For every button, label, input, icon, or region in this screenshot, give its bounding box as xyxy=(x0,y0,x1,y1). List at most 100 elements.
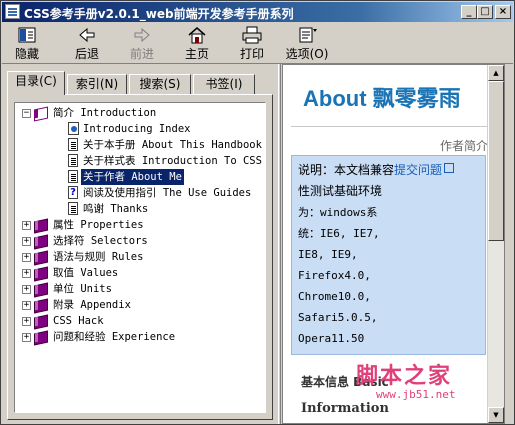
nav-tabs: 目录(C) 索引(N) 搜索(S) 书签(I) xyxy=(7,71,277,95)
notice-text: IE8, IE9, xyxy=(298,248,358,261)
navigation-pane: 目录(C) 索引(N) 搜索(S) 书签(I) − 简介 Introductio… xyxy=(1,64,278,424)
forward-arrow-icon xyxy=(131,26,153,44)
tree-item-label: 选择符 Selectors xyxy=(53,235,148,247)
tab-contents[interactable]: 目录(C) xyxy=(7,71,65,95)
expand-toggle-icon[interactable]: + xyxy=(22,253,31,262)
forward-button[interactable]: 前进 xyxy=(125,24,159,62)
scroll-thumb[interactable] xyxy=(488,81,504,241)
notice-text: Opera11.50 xyxy=(298,332,365,345)
contents-tree[interactable]: − 简介 Introduction Introducing Index 关于本手… xyxy=(14,102,266,413)
tree-item-label: 关于本手册 About This Handbook xyxy=(83,139,262,151)
hide-label: 隐藏 xyxy=(14,47,39,61)
notice-text: Chrome10.0, xyxy=(298,290,371,303)
tree-item-label: 阅读及使用指引 The Use Guides xyxy=(83,187,252,199)
closed-book-icon xyxy=(33,314,48,328)
collapse-toggle-icon[interactable]: − xyxy=(22,109,31,118)
tree-item-page-selected[interactable]: 关于作者 About Me xyxy=(65,169,260,185)
help-page-icon: ? xyxy=(68,186,78,199)
help-window: CSS参考手册v2.0.1_web前端开发参考手册系列 _ □ × 隐藏 后退 … xyxy=(0,0,515,425)
print-label: 打印 xyxy=(239,47,264,61)
expand-toggle-icon[interactable]: + xyxy=(22,301,31,310)
back-arrow-icon xyxy=(76,26,98,44)
page-icon xyxy=(68,138,78,151)
scroll-up-icon[interactable]: ▲ xyxy=(488,65,504,81)
scroll-down-icon[interactable]: ▼ xyxy=(488,407,504,423)
closed-book-icon xyxy=(33,218,48,232)
print-button[interactable]: 打印 xyxy=(235,24,269,62)
tree-item-label: Introducing Index xyxy=(83,123,191,135)
tree-item-label: 语法与规则 Rules xyxy=(53,251,144,263)
tab-index[interactable]: 索引(N) xyxy=(67,74,127,94)
close-button[interactable]: × xyxy=(495,5,511,19)
tree-item-book[interactable]: + 附录 Appendix xyxy=(19,297,259,313)
tree-item-book[interactable]: + 语法与规则 Rules xyxy=(19,249,259,265)
closed-book-icon xyxy=(33,330,48,344)
tree-item-book[interactable]: + CSS Hack xyxy=(19,313,259,329)
tree-item-book[interactable]: + 选择符 Selectors xyxy=(19,233,259,249)
notice-text: 为：windows系 xyxy=(298,206,378,219)
maximize-button[interactable]: □ xyxy=(477,5,493,19)
tree-item-book[interactable]: + 单位 Units xyxy=(19,281,259,297)
options-label: 选项(O) xyxy=(285,47,329,61)
site-watermark: 脚本之家 www.jb51.net xyxy=(356,358,496,408)
forward-label: 前进 xyxy=(129,47,154,61)
index-page-icon xyxy=(68,122,79,135)
tree-item-page[interactable]: ? 阅读及使用指引 The Use Guides xyxy=(65,185,260,201)
tree-item-book[interactable]: + 取值 Values xyxy=(19,265,259,281)
options-icon xyxy=(296,26,318,44)
home-label: 主页 xyxy=(184,47,209,61)
tab-bookmarks[interactable]: 书签(I) xyxy=(193,74,255,94)
minimize-button[interactable]: _ xyxy=(461,5,477,19)
tab-search[interactable]: 搜索(S) xyxy=(129,74,191,94)
tree-item-page[interactable]: Introducing Index xyxy=(65,121,260,137)
expand-toggle-icon[interactable]: + xyxy=(22,333,31,342)
printer-icon xyxy=(241,26,263,44)
expand-toggle-icon[interactable]: + xyxy=(22,317,31,326)
page-title: About 飘零雾雨 xyxy=(303,86,461,111)
submit-issue-link[interactable]: 提交问题 xyxy=(394,163,442,177)
notice-text: 统：IE6, IE7, xyxy=(298,227,380,240)
tree-item-book[interactable]: + 属性 Properties xyxy=(19,217,259,233)
back-button[interactable]: 后退 xyxy=(70,24,104,62)
watermark-logo-text: 脚本之家 xyxy=(356,364,453,389)
tree-item-label: 简介 Introduction xyxy=(53,107,157,119)
tree-item-page[interactable]: 鸣谢 Thanks xyxy=(65,201,260,217)
tree-item-label: 单位 Units xyxy=(53,283,112,295)
tree-item-page[interactable]: 关于样式表 Introduction To CSS xyxy=(65,153,262,169)
author-intro-link[interactable]: 作者简介 xyxy=(440,137,488,154)
toolbar: 隐藏 后退 前进 主页 打印 选项(O) xyxy=(2,23,513,64)
page-icon xyxy=(68,202,78,215)
tree-item-label: CSS Hack xyxy=(53,315,104,327)
tree-item-label: 鸣谢 Thanks xyxy=(83,203,149,215)
home-button[interactable]: 主页 xyxy=(180,24,214,62)
expand-toggle-icon[interactable]: + xyxy=(22,269,31,278)
expand-toggle-icon[interactable]: + xyxy=(22,237,31,246)
tree-item-label: 关于样式表 Introduction To CSS xyxy=(83,155,262,167)
tree-item-introduction[interactable]: − 简介 Introduction xyxy=(19,105,259,121)
expand-toggle-icon[interactable]: + xyxy=(22,221,31,230)
home-icon xyxy=(186,26,208,44)
pane-splitter[interactable] xyxy=(278,64,281,424)
contents-tab-panel: − 简介 Introduction Introducing Index 关于本手… xyxy=(7,94,273,420)
tree-item-label: 关于作者 About Me xyxy=(81,169,184,185)
options-button[interactable]: 选项(O) xyxy=(282,24,332,62)
closed-book-icon xyxy=(33,266,48,280)
title-divider xyxy=(291,126,494,127)
notice-text: 性测试基础环境 xyxy=(298,184,383,198)
expand-toggle-icon[interactable]: + xyxy=(22,285,31,294)
tree-item-label: 问题和经验 Experience xyxy=(53,331,176,343)
back-label: 后退 xyxy=(74,47,99,61)
hide-pane-icon xyxy=(16,26,38,44)
tree-item-label: 取值 Values xyxy=(53,267,119,279)
title-bar[interactable]: CSS参考手册v2.0.1_web前端开发参考手册系列 _ □ × xyxy=(2,2,513,22)
page-icon xyxy=(68,154,78,167)
notice-text: 说明：本文档兼容 xyxy=(298,163,395,177)
tree-item-page[interactable]: 关于本手册 About This Handbook xyxy=(65,137,262,153)
tree-item-book[interactable]: + 问题和经验 Experience xyxy=(19,329,259,345)
closed-book-icon xyxy=(33,234,48,248)
notice-text: Safari5.0.5, xyxy=(298,311,378,324)
hide-button[interactable]: 隐藏 xyxy=(10,24,44,62)
window-title: CSS参考手册v2.0.1_web前端开发参考手册系列 xyxy=(24,7,294,21)
open-book-icon xyxy=(33,106,48,120)
notice-text: Firefox4.0, xyxy=(298,269,371,282)
